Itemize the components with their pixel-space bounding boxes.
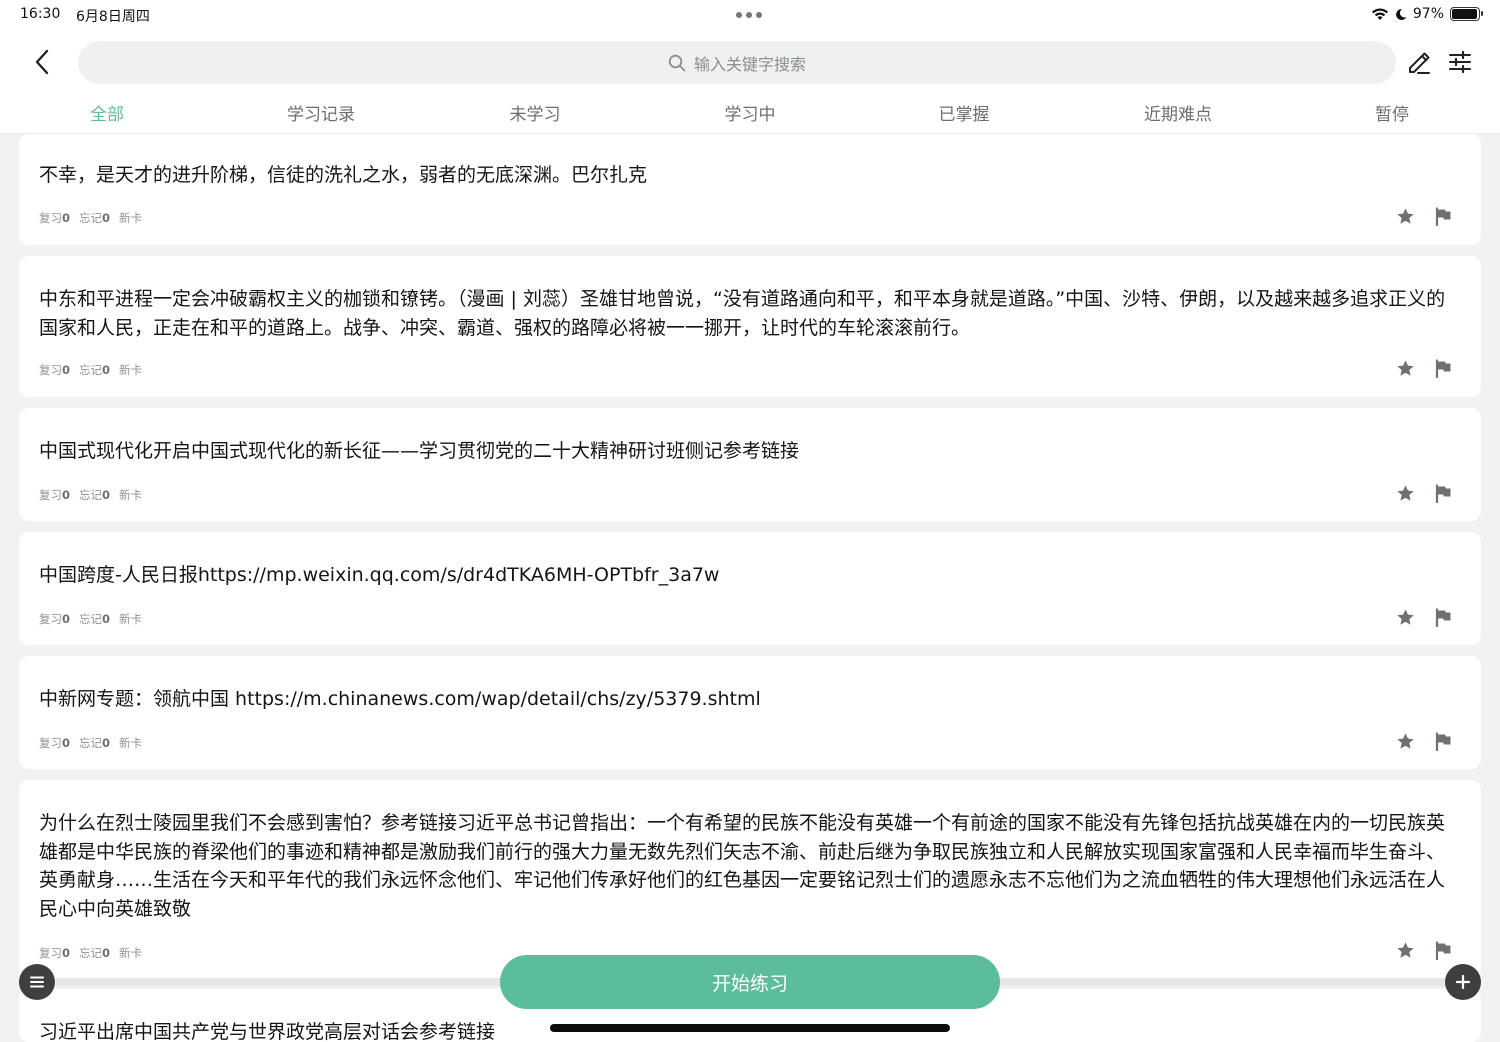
list-item[interactable]: 中国跨度-人民日报https://mp.weixin.qq.com/s/dr4d… xyxy=(19,532,1481,645)
multitasking-dots-icon[interactable] xyxy=(736,12,762,18)
back-button[interactable] xyxy=(24,44,60,80)
card-text: 中国式现代化开启中国式现代化的新长征——学习贯彻党的二十大精神研讨班侧记参考链接 xyxy=(39,440,800,462)
card-text: 中新网专题：领航中国 https://m.chinanews.com/wap/d… xyxy=(39,688,761,710)
flag-icon[interactable] xyxy=(1433,940,1453,960)
tab-all[interactable]: 全部 xyxy=(90,100,124,125)
star-icon[interactable] xyxy=(1395,358,1415,378)
card-status: 新卡 xyxy=(119,211,143,225)
search-input[interactable]: 输入关键字搜索 xyxy=(78,41,1396,84)
tab-mastered[interactable]: 已掌握 xyxy=(939,100,990,125)
star-icon[interactable] xyxy=(1395,731,1415,751)
moon-icon xyxy=(1395,8,1407,20)
forget-count: 忘记0 xyxy=(79,612,111,626)
card-status: 新卡 xyxy=(119,363,143,377)
status-time: 16:30 xyxy=(20,6,61,22)
home-indicator[interactable] xyxy=(550,1024,950,1032)
card-actions xyxy=(1395,940,1453,960)
star-icon[interactable] xyxy=(1395,607,1415,627)
card-actions xyxy=(1395,206,1453,226)
review-count: 复习0 xyxy=(39,363,71,377)
forget-count: 忘记0 xyxy=(79,488,111,502)
tab-bar: 全部 学习记录 未学习 学习中 已掌握 近期难点 暂停 xyxy=(0,100,1500,130)
tab-not-studied[interactable]: 未学习 xyxy=(510,100,561,125)
star-icon[interactable] xyxy=(1395,206,1415,226)
sliders-icon xyxy=(1449,50,1471,74)
card-meta: 复习0 忘记0 新卡 xyxy=(39,945,142,961)
card-text: 为什么在烈士陵园里我们不会感到害怕？参考链接习近平总书记曾指出：一个有希望的民族… xyxy=(39,812,1446,920)
card-actions xyxy=(1395,607,1453,627)
list-item[interactable]: 中东和平进程一定会冲破霸权主义的枷锁和镣铐。（漫画 | 刘蕊）圣雄甘地曾说，“没… xyxy=(19,256,1481,397)
wifi-icon xyxy=(1371,8,1388,20)
card-status: 新卡 xyxy=(119,488,143,502)
card-status: 新卡 xyxy=(119,736,143,750)
search-icon xyxy=(668,54,686,71)
tab-studying[interactable]: 学习中 xyxy=(725,100,776,125)
card-status: 新卡 xyxy=(119,612,143,626)
status-date: 6月8日周四 xyxy=(76,9,150,25)
battery-icon xyxy=(1450,7,1483,21)
add-button[interactable] xyxy=(1445,964,1481,1000)
chevron-left-icon xyxy=(35,49,49,75)
list-item[interactable]: 为什么在烈士陵园里我们不会感到害怕？参考链接习近平总书记曾指出：一个有希望的民族… xyxy=(19,780,1481,980)
flag-icon[interactable] xyxy=(1433,607,1453,627)
card-text: 中国跨度-人民日报https://mp.weixin.qq.com/s/dr4d… xyxy=(39,564,720,586)
menu-icon xyxy=(30,976,44,988)
card-actions xyxy=(1395,358,1453,378)
tab-recent-difficult[interactable]: 近期难点 xyxy=(1144,100,1212,125)
flag-icon[interactable] xyxy=(1433,483,1453,503)
review-count: 复习0 xyxy=(39,736,71,750)
search-placeholder: 输入关键字搜索 xyxy=(693,54,806,74)
status-bar: 16:30 6月8日周四 97% xyxy=(0,0,1500,30)
list-item[interactable]: 不幸，是天才的进升阶梯，信徒的洗礼之水，弱者的无底深渊。巴尔扎克 复习0 忘记0… xyxy=(19,134,1481,245)
tab-paused[interactable]: 暂停 xyxy=(1375,100,1409,125)
header: 输入关键字搜索 全部 学习记录 未学习 学习中 已掌握 近期难点 暂停 xyxy=(0,30,1500,134)
card-meta: 复习0 忘记0 新卡 xyxy=(39,487,142,503)
card-meta: 复习0 忘记0 新卡 xyxy=(39,210,142,226)
card-actions xyxy=(1395,731,1453,751)
forget-count: 忘记0 xyxy=(79,946,111,960)
card-status: 新卡 xyxy=(119,946,143,960)
edit-button[interactable] xyxy=(1402,44,1436,80)
review-count: 复习0 xyxy=(39,211,71,225)
pencil-icon xyxy=(1409,52,1430,74)
card-actions xyxy=(1395,483,1453,503)
plus-icon xyxy=(1455,974,1471,990)
review-count: 复习0 xyxy=(39,488,71,502)
review-count: 复习0 xyxy=(39,946,71,960)
list-item[interactable]: 中新网专题：领航中国 https://m.chinanews.com/wap/d… xyxy=(19,656,1481,769)
menu-button[interactable] xyxy=(19,964,55,1000)
tab-study-records[interactable]: 学习记录 xyxy=(287,100,355,125)
forget-count: 忘记0 xyxy=(79,363,111,377)
card-text: 中东和平进程一定会冲破霸权主义的枷锁和镣铐。（漫画 | 刘蕊）圣雄甘地曾说，“没… xyxy=(39,288,1446,339)
start-practice-button[interactable]: 开始练习 xyxy=(500,955,1000,1009)
battery-percent: 97% xyxy=(1412,6,1444,22)
flag-icon[interactable] xyxy=(1433,358,1453,378)
star-icon[interactable] xyxy=(1395,483,1415,503)
list-item[interactable]: 中国式现代化开启中国式现代化的新长征——学习贯彻党的二十大精神研讨班侧记参考链接… xyxy=(19,408,1481,521)
forget-count: 忘记0 xyxy=(79,211,111,225)
flag-icon[interactable] xyxy=(1433,206,1453,226)
filter-button[interactable] xyxy=(1442,44,1478,80)
review-count: 复习0 xyxy=(39,612,71,626)
card-meta: 复习0 忘记0 新卡 xyxy=(39,362,142,378)
forget-count: 忘记0 xyxy=(79,736,111,750)
card-meta: 复习0 忘记0 新卡 xyxy=(39,735,142,751)
status-indicators: 97% xyxy=(1371,6,1483,22)
flag-icon[interactable] xyxy=(1433,731,1453,751)
star-icon[interactable] xyxy=(1395,940,1415,960)
card-meta: 复习0 忘记0 新卡 xyxy=(39,611,142,627)
card-text: 不幸，是天才的进升阶梯，信徒的洗礼之水，弱者的无底深渊。巴尔扎克 xyxy=(39,164,648,186)
